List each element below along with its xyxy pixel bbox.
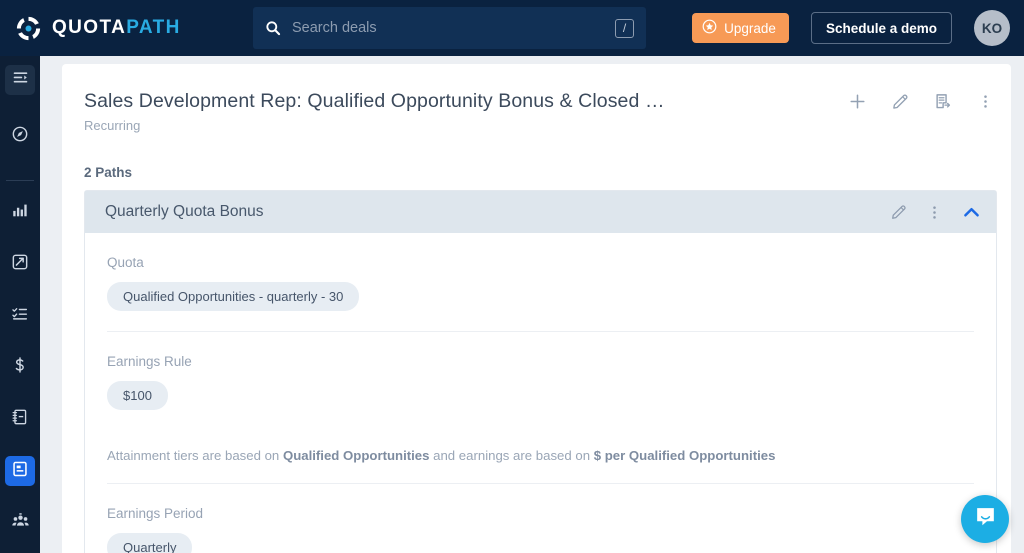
path-panel-body: Quota Qualified Opportunities - quarterl… bbox=[85, 233, 996, 553]
document-panel-icon bbox=[11, 460, 29, 483]
brand-word-path: PATH bbox=[126, 17, 181, 38]
search-input[interactable] bbox=[292, 20, 615, 36]
schedule-demo-button[interactable]: Schedule a demo bbox=[810, 12, 952, 44]
paths-count-label: 2 Paths bbox=[84, 165, 133, 180]
bar-chart-icon bbox=[11, 201, 29, 224]
edit-path-button[interactable] bbox=[890, 203, 908, 221]
search-shortcut-badge: / bbox=[615, 18, 634, 38]
brand-word-quota: QUOTA bbox=[52, 17, 127, 38]
star-badge-icon bbox=[702, 19, 717, 37]
sidebar-item-tasks[interactable] bbox=[5, 301, 35, 331]
earnings-rule-chip[interactable]: $100 bbox=[107, 381, 168, 410]
tier-note-metric: Qualified Opportunities bbox=[282, 448, 430, 463]
tier-note-rate: $ per Qualified Opportunities bbox=[593, 448, 776, 463]
sidebar-item-plans[interactable] bbox=[5, 456, 35, 487]
sidebar-item-dashboard[interactable] bbox=[5, 198, 35, 228]
earnings-period-chip[interactable]: Quarterly bbox=[107, 533, 193, 553]
compass-icon bbox=[11, 125, 29, 148]
sidebar-item-team[interactable] bbox=[5, 508, 35, 538]
tier-note-block: Attainment tiers are based on Qualified … bbox=[107, 430, 974, 484]
more-options-button[interactable] bbox=[977, 93, 994, 110]
top-bar-actions: Upgrade Schedule a demo KO bbox=[692, 0, 1010, 56]
upgrade-button[interactable]: Upgrade bbox=[692, 13, 789, 43]
page-subtitle: Recurring bbox=[84, 118, 141, 133]
earnings-period-field: Earnings Period Quarterly bbox=[107, 484, 974, 553]
quota-label: Quota bbox=[107, 255, 144, 270]
search-icon bbox=[265, 20, 281, 36]
checklist-icon bbox=[11, 305, 29, 328]
sidebar-item-menu-collapse[interactable] bbox=[5, 65, 35, 95]
tier-note: Attainment tiers are based on Qualified … bbox=[107, 430, 974, 463]
plan-header: Sales Development Rep: Qualified Opportu… bbox=[62, 64, 1011, 133]
tier-note-part2: and earnings are based on bbox=[429, 448, 594, 463]
earnings-period-label: Earnings Period bbox=[107, 506, 204, 521]
dollar-icon bbox=[11, 356, 29, 379]
left-sidebar bbox=[0, 56, 40, 553]
sidebar-divider bbox=[6, 179, 34, 181]
collapse-path-button[interactable] bbox=[961, 202, 982, 223]
sidebar-item-ledger[interactable] bbox=[5, 405, 35, 435]
earnings-rule-label: Earnings Rule bbox=[107, 354, 192, 369]
edit-button[interactable] bbox=[891, 92, 910, 111]
notebook-icon bbox=[11, 408, 29, 431]
brand-logo[interactable]: QUOTA PATH bbox=[14, 14, 242, 43]
top-bar: QUOTAPATH / Upgrade Schedule a demo KO bbox=[0, 0, 1024, 56]
plan-card: Sales Development Rep: Qualified Opportu… bbox=[62, 64, 1011, 553]
trend-square-icon bbox=[11, 253, 29, 276]
quotapath-logo-icon bbox=[14, 14, 43, 43]
tier-note-part1: Attainment tiers are based on bbox=[107, 448, 283, 463]
people-group-icon bbox=[11, 511, 30, 535]
add-button[interactable] bbox=[848, 92, 867, 111]
menu-indent-icon bbox=[12, 69, 29, 91]
path-header-actions bbox=[890, 202, 982, 223]
quota-chip[interactable]: Qualified Opportunities - quarterly - 30 bbox=[107, 282, 360, 311]
main-content: Sales Development Rep: Qualified Opportu… bbox=[40, 56, 1024, 553]
chat-bubble-icon bbox=[973, 504, 998, 534]
earnings-rule-field: Earnings Rule $100 bbox=[107, 332, 974, 430]
path-panel: Quarterly Quota Bonus Quota Qualified Op… bbox=[84, 190, 997, 553]
sidebar-item-forecast[interactable] bbox=[5, 249, 35, 279]
upgrade-button-label: Upgrade bbox=[724, 20, 776, 36]
intercom-launcher[interactable] bbox=[961, 495, 1009, 543]
path-more-options-button[interactable] bbox=[926, 204, 943, 221]
search-bar[interactable]: / bbox=[253, 7, 646, 49]
brand-wordmark: QUOTA PATH bbox=[52, 17, 181, 39]
quota-field: Quota Qualified Opportunities - quarterl… bbox=[107, 233, 974, 332]
share-plan-button[interactable] bbox=[934, 92, 953, 111]
avatar[interactable]: KO bbox=[974, 10, 1010, 46]
sidebar-item-payouts[interactable] bbox=[5, 353, 35, 383]
path-panel-header[interactable]: Quarterly Quota Bonus bbox=[85, 191, 996, 233]
path-title: Quarterly Quota Bonus bbox=[105, 203, 264, 220]
sidebar-item-explore[interactable] bbox=[5, 122, 35, 152]
plan-header-actions bbox=[848, 92, 994, 111]
